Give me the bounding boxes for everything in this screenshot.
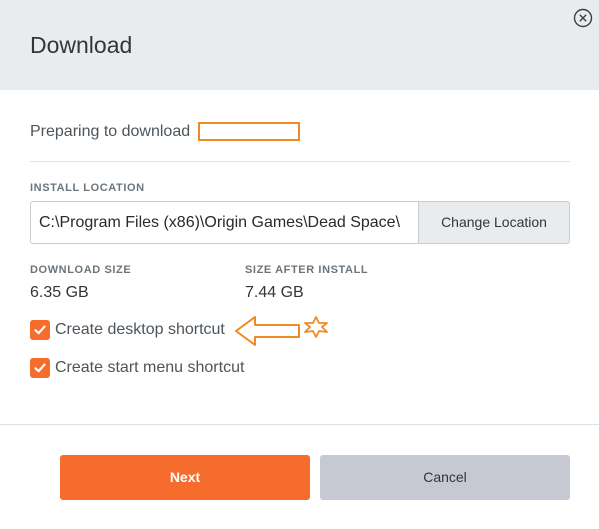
install-path-field[interactable]: C:\Program Files (x86)\Origin Games\Dead… [30, 201, 418, 244]
checkmark-icon [34, 325, 46, 335]
cancel-button[interactable]: Cancel [320, 455, 570, 500]
desktop-shortcut-checkbox[interactable] [30, 320, 50, 340]
change-location-button[interactable]: Change Location [418, 201, 570, 244]
start-menu-shortcut-checkbox[interactable] [30, 358, 50, 378]
size-after-install-label: SIZE AFTER INSTALL [245, 264, 369, 276]
start-menu-shortcut-label: Create start menu shortcut [55, 359, 245, 376]
annotation-highlight-box [198, 122, 300, 141]
preparing-status-text: Preparing to download [30, 123, 191, 140]
next-button[interactable]: Next [60, 455, 310, 500]
desktop-shortcut-label: Create desktop shortcut [55, 321, 225, 338]
download-size-label: DOWNLOAD SIZE [30, 264, 132, 276]
download-size-value: 6.35 GB [30, 284, 89, 301]
install-location-label: INSTALL LOCATION [30, 182, 145, 194]
annotation-arrow-icon [233, 314, 301, 353]
dialog-title: Download [30, 32, 133, 58]
close-icon[interactable] [573, 8, 593, 28]
annotation-star-icon [302, 316, 330, 343]
dialog-header: Download [0, 0, 599, 90]
footer-divider [0, 424, 599, 425]
start-menu-shortcut-option[interactable]: Create start menu shortcut [30, 358, 244, 378]
desktop-shortcut-option[interactable]: Create desktop shortcut [30, 320, 225, 340]
checkmark-icon [34, 363, 46, 373]
size-after-install-value: 7.44 GB [245, 284, 304, 301]
divider [30, 161, 570, 162]
